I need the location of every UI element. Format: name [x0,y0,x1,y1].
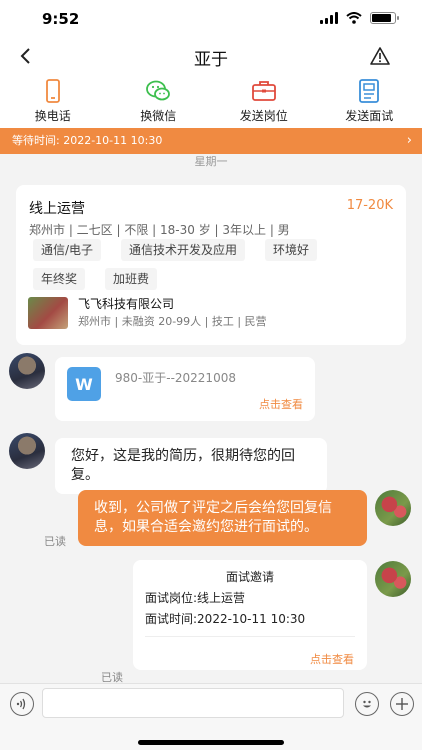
change-wechat-label: 换微信 [140,109,177,123]
change-phone-button[interactable]: 换电话 [0,74,106,128]
plus-icon [396,698,408,710]
status-bar: 9:52 [0,0,422,40]
job-tag: 通信/电子 [33,239,102,261]
change-phone-label: 换电话 [34,109,71,123]
document-icon [359,79,380,103]
send-job-button[interactable]: 发送岗位 [211,74,317,128]
add-button[interactable] [390,692,414,716]
avatar[interactable] [375,490,411,526]
divider [145,636,355,637]
avatar[interactable] [375,561,411,597]
message-input[interactable] [42,688,344,718]
job-meta: 郑州市 | 二七区 | 不限 | 18-30 岁 | 3年以上 | 男 [29,223,290,237]
interview-invite-card[interactable]: 面试邀请 面试岗位:线上运营 面试时间:2022-10-11 10:30 点击查… [133,560,367,670]
invite-title: 面试邀请 [225,570,274,584]
emoji-icon [363,700,371,708]
status-icons [320,12,399,24]
briefcase-icon [251,81,276,101]
job-tag: 加班费 [105,268,158,290]
message-bubble: 您好，这是我的简历，很期待您的回复。 [55,438,327,494]
wifi-icon [346,12,362,24]
action-bar: 换电话 换微信 发送岗位 发送面试 [0,74,422,128]
weekday-label: 星期一 [194,155,228,168]
voice-icon [16,698,26,710]
company-meta: 郑州市 | 未融资 20-99人 | 技工 | 民营 [78,315,267,328]
page-title: 亚于 [194,50,228,70]
phone-icon [45,79,60,103]
nav-bar: 亚于 [0,40,422,74]
send-interview-label: 发送面试 [345,109,394,123]
send-job-label: 发送岗位 [239,109,288,123]
word-file-icon: W [67,367,101,401]
emoji-button[interactable] [355,692,379,716]
read-receipt: 已读 [44,535,66,548]
job-title: 线上运营 [29,201,85,217]
invite-time: 面试时间:2022-10-11 10:30 [145,612,306,626]
signal-icon [320,12,338,24]
view-invite-link[interactable]: 点击查看 [310,650,354,669]
wechat-icon [146,80,171,101]
job-tag: 通信技术开发及应用 [121,239,246,261]
job-salary: 17-20K [346,198,393,213]
job-tag: 年终奖 [33,268,86,290]
company-name: 飞飞科技有限公司 [78,297,175,311]
resume-file-card[interactable]: W 980-亚于--20221008 点击查看 [55,357,315,421]
home-indicator [138,740,284,745]
wait-time-text: 等待时间: 2022-10-11 10:30 [12,134,163,147]
company-logo [28,297,68,329]
change-wechat-button[interactable]: 换微信 [106,74,212,128]
status-time: 9:52 [42,10,80,28]
file-name: 980-亚于--20221008 [115,371,236,385]
chevron-right-icon: › [406,133,412,148]
warning-triangle-icon[interactable] [370,46,390,66]
voice-button[interactable] [10,692,34,716]
job-tag: 环境好 [265,239,318,261]
wait-time-banner[interactable]: 等待时间: 2022-10-11 10:30 › [0,128,422,154]
send-interview-button[interactable]: 发送面试 [317,74,422,128]
view-file-link[interactable]: 点击查看 [259,395,303,414]
avatar[interactable] [9,353,45,389]
avatar[interactable] [9,433,45,469]
input-bar [0,683,422,750]
job-card[interactable]: 线上运营 17-20K 郑州市 | 二七区 | 不限 | 18-30 岁 | 3… [16,185,406,345]
battery-icon [370,12,399,24]
invite-position: 面试岗位:线上运营 [145,591,246,605]
message-bubble: 收到，公司做了评定之后会给您回复信息，如果合适会邀约您进行面试的。 [78,490,367,546]
